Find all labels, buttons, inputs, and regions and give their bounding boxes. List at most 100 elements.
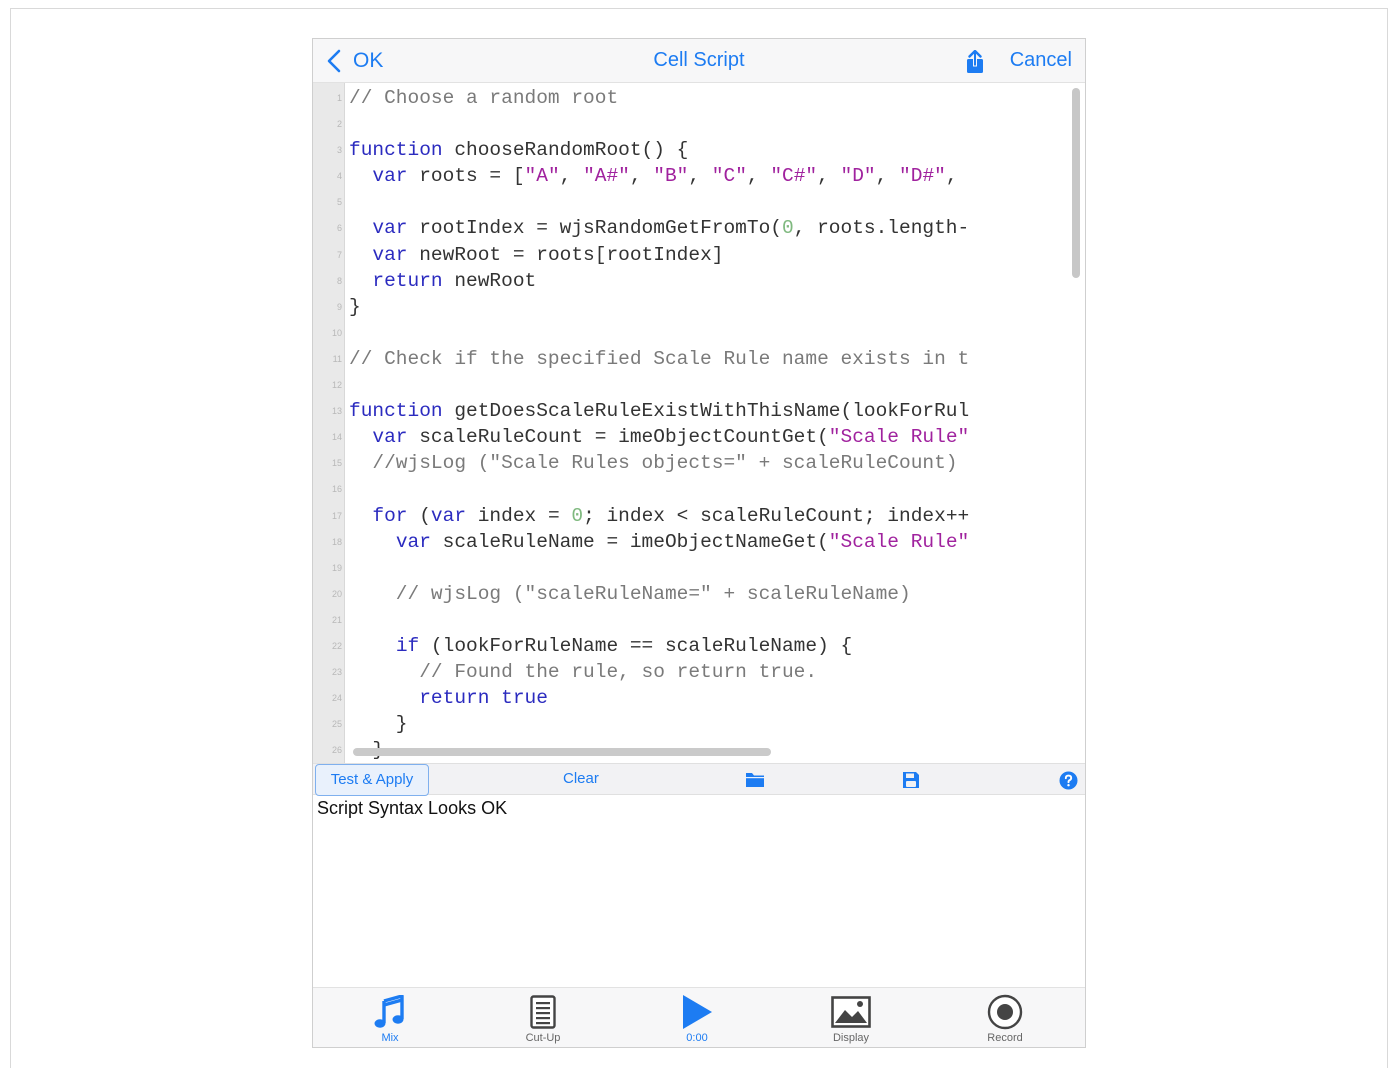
code-token: 0 <box>781 217 794 240</box>
line-number: 8 <box>336 275 342 286</box>
tab-cut-up[interactable]: Cut-Up <box>483 988 603 1047</box>
line-number: 6 <box>336 223 342 234</box>
line-number: 20 <box>331 588 342 599</box>
code-line: 7 var newRoot = roots[rootIndex] <box>313 242 1071 268</box>
code-token: , <box>817 165 841 188</box>
code-token: // wjsLog ("scaleRuleName=" + scaleRuleN… <box>349 582 911 605</box>
code-token: scaleRuleCount = imeObjectCountGet( <box>407 426 829 449</box>
code-token: "Scale Rule" <box>828 426 970 449</box>
code-text: //wjsLog ("Scale Rules objects=" + scale… <box>349 450 1071 476</box>
code-text: function getDoesScaleRuleExistWithThisNa… <box>349 398 1071 424</box>
code-token: , <box>559 165 584 188</box>
code-token: var <box>372 165 408 188</box>
nav-bar: OK Cell Script Cancel <box>313 39 1085 83</box>
code-token: if <box>395 634 420 657</box>
line-number: 17 <box>331 510 342 521</box>
vertical-scrollbar[interactable] <box>1072 88 1080 278</box>
code-token: true <box>501 687 548 710</box>
code-text: var scaleRuleName = imeObjectNameGet("Sc… <box>349 529 1071 555</box>
code-text: if (lookForRuleName == scaleRuleName) { <box>349 633 1071 659</box>
code-token: , roots.length- <box>793 217 970 240</box>
code-token: "C#" <box>770 165 818 188</box>
code-text: } <box>349 294 1071 320</box>
code-line: 5 <box>313 189 1071 215</box>
code-line: 2 <box>313 111 1071 137</box>
code-line: 14 var scaleRuleCount = imeObjectCountGe… <box>313 424 1071 450</box>
tab-display[interactable]: Display <box>791 988 911 1047</box>
record-icon <box>945 994 1065 1030</box>
code-text: // Choose a random root <box>349 85 1071 111</box>
code-token: ( <box>407 504 431 527</box>
code-line: 6 var rootIndex = wjsRandomGetFromTo(0, … <box>313 215 1071 241</box>
code-token: //wjsLog ("Scale Rules objects=" + scale… <box>349 452 958 475</box>
help-icon[interactable] <box>1059 771 1078 795</box>
code-editor[interactable]: 1 // Choose a random root 2 3 function choos… <box>313 83 1085 763</box>
code-token: var <box>372 217 408 240</box>
code-token: scaleRuleName = imeObjectNameGet( <box>430 530 829 553</box>
code-line: 3 function chooseRandomRoot() { <box>313 137 1071 163</box>
tab-display-label: Display <box>832 1032 870 1044</box>
code-token: getDoesScaleRuleExistWithThisName(lookFo… <box>442 400 970 423</box>
code-line: 10 <box>313 320 1071 346</box>
test-apply-button[interactable]: Test & Apply <box>315 764 429 796</box>
code-token: newRoot = roots[rootIndex] <box>407 243 724 266</box>
line-number: 19 <box>331 562 342 573</box>
code-text: return newRoot <box>349 268 1071 294</box>
code-token: , <box>945 165 958 188</box>
code-token: var <box>372 243 408 266</box>
code-line: 18 var scaleRuleName = imeObjectNameGet(… <box>313 529 1071 555</box>
code-line: 22 if (lookForRuleName == scaleRuleName)… <box>313 633 1071 659</box>
code-token: } <box>349 713 408 736</box>
code-line: 25 } <box>313 711 1071 737</box>
playback-time: 0:00 <box>686 1032 708 1044</box>
code-token: , <box>746 165 771 188</box>
code-line: 13 function getDoesScaleRuleExistWithThis… <box>313 398 1071 424</box>
line-number: 23 <box>331 667 342 678</box>
code-token: "Scale Rule" <box>828 530 970 553</box>
line-number: 24 <box>331 693 342 704</box>
code-token: return <box>372 269 443 292</box>
code-token: "D#" <box>899 165 946 188</box>
horizontal-scrollbar[interactable] <box>353 748 771 756</box>
code-text: var newRoot = roots[rootIndex] <box>349 242 1071 268</box>
line-number: 26 <box>331 745 342 756</box>
code-token: "C" <box>711 165 747 188</box>
line-number: 4 <box>336 171 342 182</box>
code-text: var roots = ["A", "A#", "B", "C", "C#", … <box>349 163 1071 189</box>
code-line: 11 // Check if the specified Scale Rule n… <box>313 346 1071 372</box>
code-token: index = <box>466 504 572 527</box>
output-panel: Script Syntax Looks OK <box>313 796 1085 987</box>
tab-mix[interactable]: Mix <box>330 988 450 1047</box>
tab-mix-label: Mix <box>381 1032 399 1044</box>
line-number: 1 <box>336 93 342 103</box>
code-line: 23 // Found the rule, so return true. <box>313 659 1071 685</box>
save-icon[interactable] <box>902 771 920 794</box>
code-line: 1 // Choose a random root <box>313 85 1071 111</box>
line-number: 10 <box>331 327 342 338</box>
tab-record[interactable]: Record <box>945 988 1065 1047</box>
code-text: return true <box>349 685 1071 711</box>
share-icon[interactable] <box>965 49 985 79</box>
code-token: var <box>372 426 408 449</box>
code-token: roots = [ <box>407 165 525 188</box>
code-line: 17 for (var index = 0; index < scaleRule… <box>313 503 1071 529</box>
tab-play[interactable]: 0:00 <box>637 988 757 1047</box>
code-token: // Found the rule, so return true. <box>349 661 818 684</box>
code-token: function <box>349 400 443 423</box>
code-token: , <box>629 165 654 188</box>
code-token: return <box>419 687 490 710</box>
line-number: 16 <box>331 484 342 495</box>
clear-button[interactable]: Clear <box>563 770 599 787</box>
code-token: } <box>349 295 361 318</box>
folder-icon[interactable] <box>745 771 765 793</box>
code-token: // Choose a random root <box>349 87 619 109</box>
line-number: 14 <box>331 432 342 443</box>
code-token: ; index < scaleRuleCount; index++ <box>583 504 970 527</box>
cancel-button[interactable]: Cancel <box>1010 49 1072 72</box>
